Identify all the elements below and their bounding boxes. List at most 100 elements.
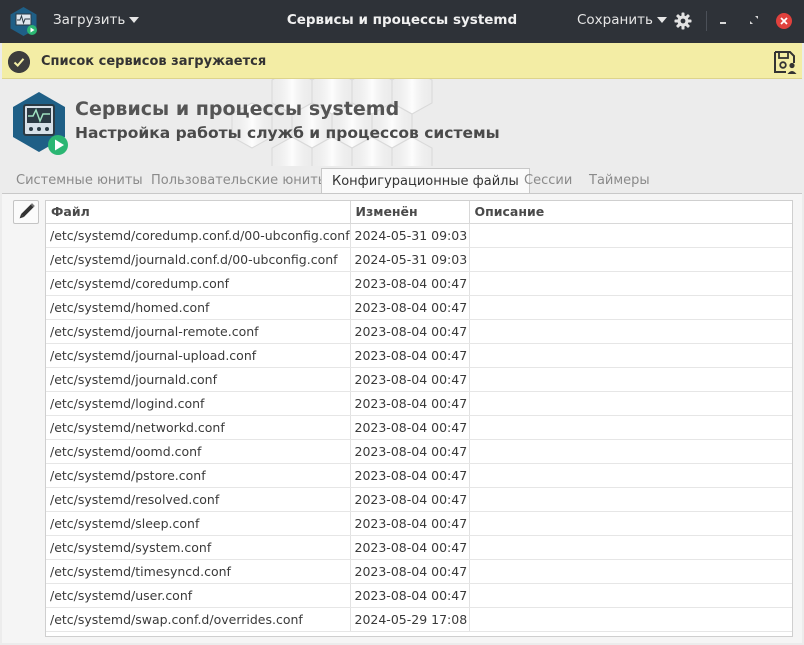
cell-file: /etc/systemd/homed.conf xyxy=(46,295,351,320)
gear-icon[interactable] xyxy=(674,12,692,30)
cell-modified: 2023-08-04 00:47 xyxy=(350,415,470,440)
maximize-icon[interactable] xyxy=(747,13,761,27)
app-monitor-icon[interactable] xyxy=(8,6,39,37)
cell-description xyxy=(469,439,792,464)
minimize-icon[interactable] xyxy=(716,13,730,27)
cell-modified: 2023-08-04 00:47 xyxy=(350,559,470,584)
table-row[interactable]: /etc/systemd/networkd.conf 2023-08-04 00:… xyxy=(46,415,792,440)
cell-modified: 2023-08-04 00:47 xyxy=(350,535,470,560)
cell-file: /etc/systemd/system.conf xyxy=(46,535,351,560)
table-row[interactable]: /etc/systemd/resolved.conf 2023-08-04 00:… xyxy=(46,487,792,512)
save-menu-label: Сохранить xyxy=(577,12,653,28)
table-row[interactable]: /etc/systemd/homed.conf 2023-08-04 00:47 xyxy=(46,295,792,320)
cell-description xyxy=(469,271,792,296)
notification-bar: Список сервисов загружается xyxy=(2,43,802,79)
cell-description xyxy=(469,343,792,368)
chevron-down-icon xyxy=(129,17,140,23)
cell-modified: 2023-08-04 00:47 xyxy=(350,271,470,296)
titlebar-divider xyxy=(706,11,707,31)
table-row[interactable]: /etc/systemd/system.conf 2023-08-04 00:47 xyxy=(46,535,792,560)
cell-modified: 2023-08-04 00:47 xyxy=(350,343,470,368)
column-header-description[interactable]: Описание xyxy=(469,201,792,224)
tab-user-units[interactable]: Пользовательские юниты xyxy=(151,168,328,194)
cell-modified: 2023-08-04 00:47 xyxy=(350,319,470,344)
cell-file: /etc/systemd/journal-upload.conf xyxy=(46,343,351,368)
cell-file: /etc/systemd/pstore.conf xyxy=(46,463,351,488)
cell-modified: 2023-08-04 00:47 xyxy=(350,439,470,464)
page-header: Сервисы и процессы systemd Настройка раб… xyxy=(2,79,802,166)
cell-description xyxy=(469,607,792,632)
title-bar: Загрузить Сервисы и процессы systemd Сох… xyxy=(0,0,804,43)
tab-config-files[interactable]: Конфигурационные файлы xyxy=(321,168,530,194)
table-row[interactable]: /etc/systemd/journald.conf.d/00-ubconfig… xyxy=(46,247,792,272)
cell-description xyxy=(469,247,792,272)
close-icon xyxy=(780,17,788,25)
tab-timers[interactable]: Таймеры xyxy=(589,168,650,194)
pencil-icon xyxy=(19,203,35,219)
config-files-table: Файл Изменён Описание /etc/systemd/cored… xyxy=(45,200,793,637)
load-menu-button[interactable]: Загрузить xyxy=(53,12,140,28)
cell-modified: 2023-08-04 00:47 xyxy=(350,295,470,320)
cell-description xyxy=(469,487,792,512)
table-row[interactable]: /etc/systemd/journal-upload.conf 2023-08-… xyxy=(46,343,792,368)
save-user-icon[interactable] xyxy=(772,49,798,75)
cell-description xyxy=(469,511,792,536)
cell-description xyxy=(469,559,792,584)
cell-file: /etc/systemd/journald.conf xyxy=(46,367,351,392)
tab-bar: Системные юниты Пользовательские юниты К… xyxy=(2,168,802,194)
app-logo-icon xyxy=(13,92,68,155)
cell-description xyxy=(469,583,792,608)
tab-system-units[interactable]: Системные юниты xyxy=(16,168,143,194)
table-row[interactable]: /etc/systemd/coredump.conf 2023-08-04 00:… xyxy=(46,271,792,296)
table-row[interactable]: /etc/systemd/user.conf 2023-08-04 00:47 xyxy=(46,583,792,608)
hexagon-pattern xyxy=(231,79,433,166)
config-files-panel: Файл Изменён Описание /etc/systemd/cored… xyxy=(2,193,802,643)
table-row[interactable]: /etc/systemd/timesyncd.conf 2023-08-04 00… xyxy=(46,559,792,584)
check-circle-icon xyxy=(8,51,30,73)
table-row[interactable]: /etc/systemd/sleep.conf 2023-08-04 00:47 xyxy=(46,511,792,536)
table-row[interactable]: /etc/systemd/pstore.conf 2023-08-04 00:47 xyxy=(46,463,792,488)
save-menu-button[interactable]: Сохранить xyxy=(577,12,667,28)
cell-file: /etc/systemd/coredump.conf.d/00-ubconfig… xyxy=(46,223,351,248)
tab-sessions[interactable]: Сессии xyxy=(524,168,572,194)
cell-modified: 2023-08-04 00:47 xyxy=(350,511,470,536)
cell-modified: 2024-05-31 09:03 xyxy=(350,247,470,272)
cell-file: /etc/systemd/timesyncd.conf xyxy=(46,559,351,584)
cell-description xyxy=(469,223,792,248)
cell-description xyxy=(469,463,792,488)
cell-modified: 2023-08-04 00:47 xyxy=(350,367,470,392)
cell-file: /etc/systemd/user.conf xyxy=(46,583,351,608)
table-row[interactable]: /etc/systemd/logind.conf 2023-08-04 00:47 xyxy=(46,391,792,416)
chevron-down-icon xyxy=(656,17,667,23)
table-header-row: Файл Изменён Описание xyxy=(46,201,792,224)
cell-description xyxy=(469,295,792,320)
cell-file: /etc/systemd/sleep.conf xyxy=(46,511,351,536)
cell-modified: 2023-08-04 00:47 xyxy=(350,583,470,608)
page-subtitle: Настройка работы служб и процессов систе… xyxy=(75,124,500,142)
column-header-modified[interactable]: Изменён xyxy=(350,201,470,224)
cell-description xyxy=(469,319,792,344)
table-row[interactable]: /etc/systemd/swap.conf.d/overrides.conf 2… xyxy=(46,607,792,632)
cell-file: /etc/systemd/journald.conf.d/00-ubconfig… xyxy=(46,247,351,272)
table-row[interactable]: /etc/systemd/journal-remote.conf 2023-08-… xyxy=(46,319,792,344)
notification-text: Список сервисов загружается xyxy=(41,54,267,69)
table-row[interactable]: /etc/systemd/journald.conf 2023-08-04 00:… xyxy=(46,367,792,392)
load-menu-label: Загрузить xyxy=(53,12,126,28)
table-row[interactable]: /etc/systemd/coredump.conf.d/00-ubconfig… xyxy=(46,223,792,248)
cell-file: /etc/systemd/logind.conf xyxy=(46,391,351,416)
cell-description xyxy=(469,391,792,416)
close-button[interactable] xyxy=(776,13,792,29)
table-row[interactable]: /etc/systemd/oomd.conf 2023-08-04 00:47 xyxy=(46,439,792,464)
page-title: Сервисы и процессы systemd xyxy=(75,98,400,120)
cell-file: /etc/systemd/swap.conf.d/overrides.conf xyxy=(46,607,351,632)
cell-modified: 2023-08-04 00:47 xyxy=(350,391,470,416)
cell-file: /etc/systemd/journal-remote.conf xyxy=(46,319,351,344)
cell-modified: 2024-05-31 09:03 xyxy=(350,223,470,248)
cell-file: /etc/systemd/networkd.conf xyxy=(46,415,351,440)
cell-description xyxy=(469,415,792,440)
edit-button[interactable] xyxy=(13,200,39,224)
cell-modified: 2023-08-04 00:47 xyxy=(350,463,470,488)
cell-file: /etc/systemd/oomd.conf xyxy=(46,439,351,464)
cell-file: /etc/systemd/coredump.conf xyxy=(46,271,351,296)
column-header-file[interactable]: Файл xyxy=(46,201,351,224)
